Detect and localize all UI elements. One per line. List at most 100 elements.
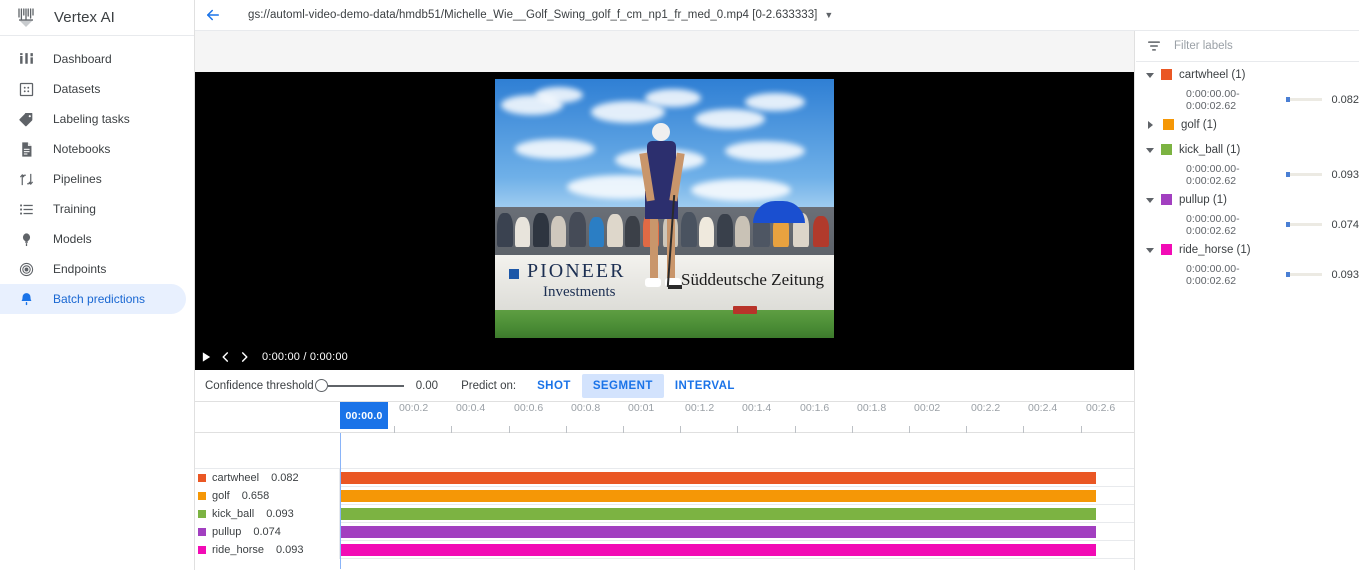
sidebar-item-datasets[interactable]: Datasets [0, 74, 186, 104]
sidebar-item-label: Dashboard [53, 52, 112, 66]
chevron-down-icon[interactable] [1146, 148, 1154, 153]
lane-label: pullup [212, 526, 242, 538]
timeline-lane[interactable]: golf 0.658 [195, 487, 1134, 505]
mode-shot-button[interactable]: SHOT [526, 374, 582, 398]
sidebar-item-models[interactable]: Models [0, 224, 186, 254]
ruler-tick: 00:0.4 [451, 402, 485, 433]
label-color-swatch [1161, 244, 1172, 255]
labels-panel: Filter labels cartwheel (1) 0:00:00.00-0… [1136, 31, 1359, 570]
label-score: 0.074 [1331, 218, 1359, 231]
timeline-lane[interactable]: ride_horse 0.093 [195, 541, 1134, 559]
sidebar-item-dashboard[interactable]: Dashboard [0, 44, 186, 74]
label-group-name: ride_horse (1) [1179, 243, 1251, 256]
chevron-down-icon[interactable]: ▼ [824, 10, 833, 20]
lane-header: golf 0.658 [195, 487, 340, 505]
sidebar-item-label: Models [53, 232, 92, 246]
label-detail-row[interactable]: 0:00:00.00-0:00:02.62 0.082 [1136, 87, 1359, 112]
label-group-header[interactable]: cartwheel (1) [1136, 62, 1359, 87]
chevron-right-icon[interactable] [1148, 120, 1156, 129]
lane-segment-bar[interactable] [340, 526, 1096, 538]
chevron-down-icon[interactable] [1146, 73, 1154, 78]
slider-track[interactable] [327, 384, 404, 387]
confidence-mini-bar [1286, 272, 1323, 277]
label-group-pullup: pullup (1) 0:00:00.00-0:00:02.62 0.074 [1136, 187, 1359, 237]
ruler-tick: 00:2.2 [966, 402, 1000, 433]
label-color-swatch [1161, 194, 1172, 205]
lane-header: ride_horse 0.093 [195, 541, 340, 559]
lane-segment-bar[interactable] [340, 472, 1096, 484]
ruler-tick: 00:2.4 [1023, 402, 1057, 433]
timeline-empty-band [195, 433, 1134, 469]
lane-score: 0.093 [266, 508, 294, 520]
lane-score: 0.093 [275, 544, 304, 556]
banner-text-investments: Investments [543, 283, 616, 300]
sidebar-item-label: Endpoints [53, 262, 107, 276]
lane-color-swatch [198, 474, 206, 482]
timeline-lane[interactable]: kick_ball 0.093 [195, 505, 1134, 523]
sidebar-item-pipelines[interactable]: Pipelines [0, 164, 186, 194]
timeline-lane[interactable]: cartwheel 0.082 [195, 469, 1134, 487]
ruler-tick: 00:1.6 [795, 402, 829, 433]
sidebar-item-notebooks[interactable]: Notebooks [0, 134, 186, 164]
label-group-ride-horse: ride_horse (1) 0:00:00.00-0:00:02.62 0.0… [1136, 237, 1359, 287]
label-group-header[interactable]: ride_horse (1) [1136, 237, 1359, 262]
filter-labels-row[interactable]: Filter labels [1136, 31, 1359, 62]
lane-label: ride_horse [212, 544, 264, 556]
banner-text-pioneer: PIONEER [527, 259, 626, 282]
lane-label: cartwheel [212, 472, 260, 484]
sidebar-item-labeling-tasks[interactable]: Labeling tasks [0, 104, 186, 134]
label-group-header[interactable]: kick_ball (1) [1136, 137, 1359, 162]
ruler-tick: 00:0.6 [509, 402, 543, 433]
slider-thumb[interactable] [314, 379, 328, 392]
confidence-mini-bar [1286, 172, 1323, 177]
lane-segment-bar[interactable] [340, 508, 1096, 520]
sidebar-item-training[interactable]: Training [0, 194, 186, 224]
mode-segment-button[interactable]: SEGMENT [581, 373, 664, 398]
models-bulb-icon [18, 231, 35, 248]
lane-segment-bar[interactable] [340, 544, 1096, 556]
video-stage[interactable]: PIONEER Investments Süddeutsche Zeitung [195, 72, 1134, 344]
confidence-marker [1286, 97, 1291, 102]
bell-icon [18, 291, 35, 308]
label-group-name: pullup (1) [1179, 193, 1227, 206]
label-detail-row[interactable]: 0:00:00.00-0:00:02.62 0.093 [1136, 162, 1359, 187]
label-group-name: kick_ball (1) [1179, 143, 1241, 156]
label-score: 0.082 [1331, 93, 1359, 106]
label-detail-row[interactable]: 0:00:00.00-0:00:02.62 0.093 [1136, 262, 1359, 287]
label-color-swatch [1161, 69, 1172, 80]
timeline-lane[interactable]: pullup 0.074 [195, 523, 1134, 541]
sidebar-item-label: Batch predictions [53, 292, 146, 306]
confidence-mini-bar [1286, 222, 1323, 227]
label-group-header[interactable]: golf (1) [1136, 112, 1359, 137]
endpoints-target-icon [18, 261, 35, 278]
ruler-tick: 00:2.6 [1081, 402, 1115, 433]
sidebar-item-label: Notebooks [53, 142, 111, 156]
label-time-range: 0:00:00.00-0:00:02.62 [1186, 212, 1240, 237]
mode-interval-button[interactable]: INTERVAL [664, 374, 746, 398]
lane-header: kick_ball 0.093 [195, 505, 340, 523]
confidence-marker [1286, 172, 1291, 177]
playhead-time-chip[interactable]: 00:00.0 [340, 402, 388, 429]
timeline-lanes: cartwheel 0.082 golf 0.658 kick_ball 0.0… [195, 433, 1134, 569]
label-group-name: cartwheel (1) [1179, 68, 1246, 81]
play-icon[interactable] [201, 351, 212, 363]
chevron-down-icon[interactable] [1146, 248, 1154, 253]
back-button[interactable] [195, 0, 231, 31]
sidebar-item-label: Training [53, 202, 96, 216]
label-group-header[interactable]: pullup (1) [1136, 187, 1359, 212]
label-detail-row[interactable]: 0:00:00.00-0:00:02.62 0.074 [1136, 212, 1359, 237]
label-score: 0.093 [1331, 168, 1359, 181]
confidence-threshold-slider[interactable] [314, 379, 404, 392]
confidence-mini-bar [1286, 97, 1323, 102]
sidebar-item-endpoints[interactable]: Endpoints [0, 254, 186, 284]
umbrella-shape [753, 200, 805, 223]
prev-frame-icon[interactable] [220, 351, 231, 363]
chevron-down-icon[interactable] [1146, 198, 1154, 203]
lane-segment-bar[interactable] [340, 490, 1096, 502]
lane-score: 0.658 [241, 490, 270, 502]
label-group-golf: golf (1) [1136, 112, 1359, 137]
next-frame-icon[interactable] [239, 351, 250, 363]
sidebar-item-batch-predictions[interactable]: Batch predictions [0, 284, 186, 314]
label-time-range: 0:00:00.00-0:00:02.62 [1186, 162, 1240, 187]
timeline-ruler[interactable]: 00:00.0 00:0.2 00:0.4 00:0.6 00:0.8 00:0… [195, 402, 1134, 433]
